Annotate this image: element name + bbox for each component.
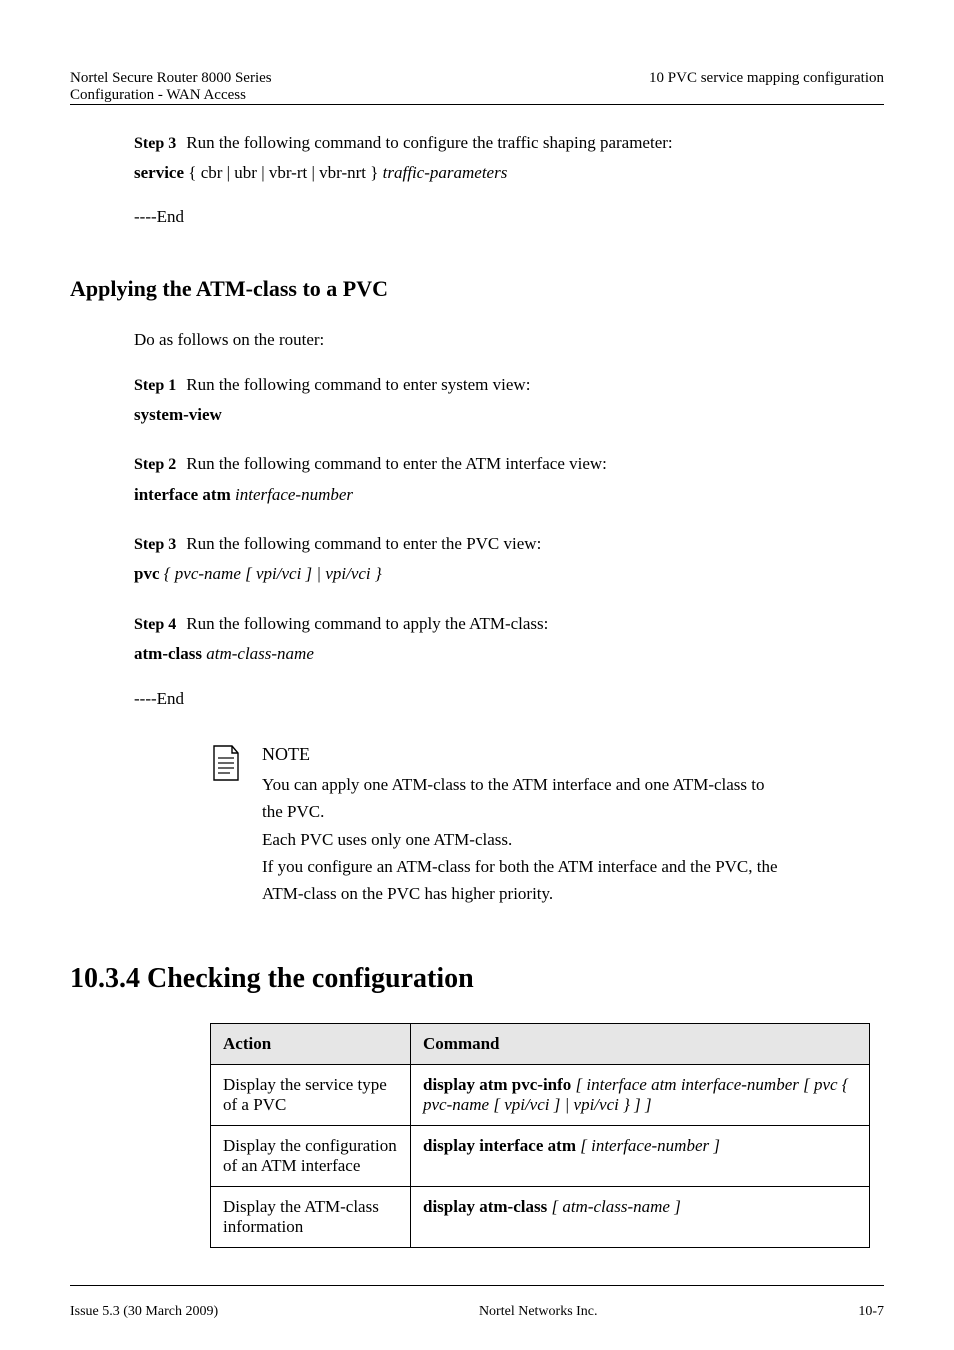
pvc-step3-cmd: pvc [134, 564, 160, 583]
table-row: Display the configuration of an ATM inte… [211, 1126, 870, 1187]
row2-cmd: display atm-class [423, 1197, 547, 1216]
row0-cmd: display atm pvc-info [423, 1075, 571, 1094]
header-left-line1: Nortel Secure Router 8000 Series [70, 70, 436, 87]
pvc-step4-cmd: atm-class [134, 644, 202, 663]
footer-right: 10-7 [858, 1304, 884, 1320]
step3-label: Step 3 [134, 135, 176, 152]
pvc-step2-arg: interface-number [231, 485, 353, 504]
note-line-1: You can apply one ATM-class to the ATM i… [262, 771, 782, 825]
pvc-step4-label: Step 4 [134, 616, 176, 633]
pvc-step4-arg: atm-class-name [202, 644, 314, 663]
pvc-step4-intro: Run the following command to apply the A… [186, 614, 548, 633]
row1-cmd: display interface atm [423, 1136, 576, 1155]
step3-cmdline: service { cbr | ubr | vbr-rt | vbr-nrt }… [134, 160, 884, 186]
cell-action: Display the service type of a PVC [211, 1065, 411, 1126]
note-block: NOTE You can apply one ATM-class to the … [210, 744, 884, 907]
header: Nortel Secure Router 8000 Series Configu… [70, 70, 884, 104]
note-title: NOTE [262, 744, 782, 765]
pvc-step3-label: Step 3 [134, 536, 176, 553]
cell-action: Display the configuration of an ATM inte… [211, 1126, 411, 1187]
pvc-step1-label: Step 1 [134, 377, 176, 394]
footer-left: Issue 5.3 (30 March 2009) [70, 1304, 218, 1320]
pvc-step2-block: Step 2 Run the following command to ente… [134, 450, 884, 508]
section-title: Checking the configuration [147, 963, 474, 994]
subsection-intro: Do as follows on the router: [134, 326, 884, 353]
subsection-title: Applying the ATM-class to a PVC [70, 276, 884, 302]
step3-cmd: service [134, 163, 184, 182]
pvc-step2-cmdline: interface atm interface-number [134, 482, 884, 508]
cell-command: display atm pvc-info [ interface atm int… [411, 1065, 870, 1126]
pvc-step2-cmd: interface atm [134, 485, 231, 504]
step3-arg-tail: traffic-parameters [383, 163, 508, 182]
pvc-step1-cmdline: system-view [134, 402, 884, 428]
th-action: Action [211, 1024, 411, 1065]
bottom-rule [70, 1285, 884, 1286]
row1-arg: [ interface-number ] [576, 1136, 720, 1155]
command-table: Action Command Display the service type … [210, 1023, 870, 1248]
pvc-step1-block: Step 1 Run the following command to ente… [134, 371, 884, 429]
pvc-step3-intro: Run the following command to enter the P… [186, 534, 541, 553]
note-line-3: If you configure an ATM-class for both t… [262, 853, 782, 907]
table-row: Display the service type of a PVC displa… [211, 1065, 870, 1126]
pvc-step4-cmdline: atm-class atm-class-name [134, 641, 884, 667]
header-left-line2: Configuration - WAN Access [70, 87, 436, 104]
pvc-step2-intro: Run the following command to enter the A… [186, 454, 607, 473]
cell-command: display atm-class [ atm-class-name ] [411, 1187, 870, 1248]
note-icon [210, 744, 240, 787]
section-heading: 10.3.4 Checking the configuration [70, 963, 884, 995]
pvc-step3-arg: { pvc-name [ vpi/vci ] | vpi/vci } [160, 564, 382, 583]
header-right: 10 PVC service mapping configuration [649, 70, 884, 104]
step3-cmd-args: { cbr | ubr | vbr-rt | vbr-nrt } [184, 163, 383, 182]
cell-action: Display the ATM-class information [211, 1187, 411, 1248]
pvc-step3-block: Step 3 Run the following command to ente… [134, 530, 884, 588]
header-right-line: 10 PVC service mapping configuration [649, 70, 884, 87]
cell-command: display interface atm [ interface-number… [411, 1126, 870, 1187]
note-body: NOTE You can apply one ATM-class to the … [262, 744, 782, 907]
pvc-step1-cmd: system-view [134, 405, 222, 424]
end-marker-2: ----End [134, 685, 884, 712]
note-line-2: Each PVC uses only one ATM-class. [262, 826, 782, 853]
footer: Issue 5.3 (30 March 2009) Nortel Network… [70, 1304, 884, 1320]
step3-intro: Run the following command to configure t… [186, 133, 672, 152]
header-left: Nortel Secure Router 8000 Series Configu… [70, 70, 436, 104]
th-command: Command [411, 1024, 870, 1065]
step3-prev-block: Step 3 Run the following command to conf… [134, 129, 884, 187]
pvc-step4-block: Step 4 Run the following command to appl… [134, 610, 884, 668]
table-row: Display the ATM-class information displa… [211, 1187, 870, 1248]
section-number: 10.3.4 [70, 963, 140, 994]
top-rule [70, 104, 884, 105]
pvc-step2-label: Step 2 [134, 456, 176, 473]
page: Nortel Secure Router 8000 Series Configu… [0, 0, 954, 1350]
pvc-step3-cmdline: pvc { pvc-name [ vpi/vci ] | vpi/vci } [134, 561, 884, 587]
footer-center: Nortel Networks Inc. [479, 1304, 598, 1320]
end-marker-1: ----End [134, 203, 884, 230]
pvc-step1-intro: Run the following command to enter syste… [186, 375, 530, 394]
row2-arg: [ atm-class-name ] [547, 1197, 681, 1216]
table-header-row: Action Command [211, 1024, 870, 1065]
